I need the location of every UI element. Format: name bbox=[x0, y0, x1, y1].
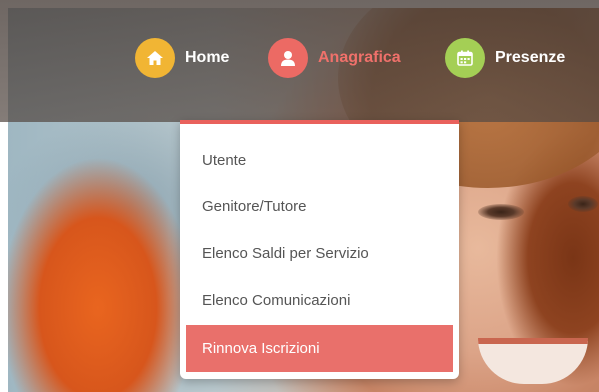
nav-label-home: Home bbox=[185, 49, 230, 66]
menu-item-genitore-tutore[interactable]: Genitore/Tutore bbox=[186, 184, 453, 228]
user-icon bbox=[268, 38, 308, 78]
menu-item-elenco-comunicazioni[interactable]: Elenco Comunicazioni bbox=[186, 278, 453, 322]
hero-eye bbox=[568, 196, 598, 212]
hero-smile bbox=[478, 338, 588, 384]
home-icon bbox=[135, 38, 175, 78]
top-navbar: Home Anagrafica Presenze bbox=[0, 0, 599, 122]
anagrafica-dropdown-menu: Utente Genitore/Tutore Elenco Saldi per … bbox=[180, 120, 459, 379]
nav-label-anagrafica: Anagrafica bbox=[318, 49, 401, 66]
screen: Home Anagrafica Presenze Utente Genitore… bbox=[0, 0, 599, 392]
hero-eye bbox=[478, 204, 524, 220]
calendar-icon bbox=[445, 38, 485, 78]
nav-item-anagrafica[interactable]: Anagrafica bbox=[268, 38, 401, 78]
nav-item-home[interactable]: Home bbox=[135, 38, 229, 78]
nav-label-presenze: Presenze bbox=[495, 49, 566, 66]
menu-item-rinnova-iscrizioni[interactable]: Rinnova Iscrizioni bbox=[186, 325, 453, 372]
menu-item-elenco-saldi[interactable]: Elenco Saldi per Servizio bbox=[186, 231, 453, 275]
menu-item-utente[interactable]: Utente bbox=[186, 138, 453, 182]
nav-item-presenze[interactable]: Presenze bbox=[445, 38, 565, 78]
